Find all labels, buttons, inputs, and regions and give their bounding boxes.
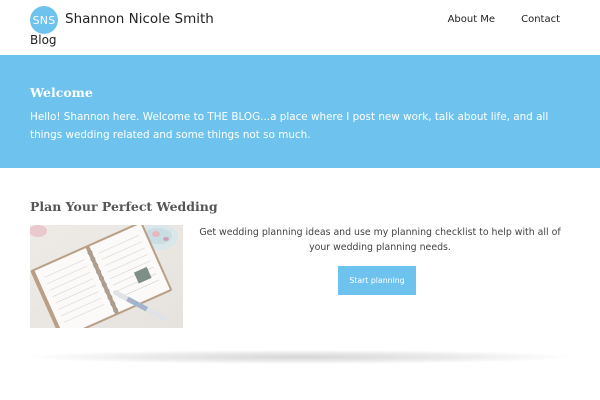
nav-contact[interactable]: Contact: [521, 14, 560, 25]
nav-about-me[interactable]: About Me: [448, 14, 496, 25]
plan-title: Plan Your Perfect Wedding: [30, 199, 218, 214]
planner-illustration: [30, 225, 183, 328]
welcome-title: Welcome: [30, 85, 93, 100]
planner-image: [30, 225, 183, 328]
start-planning-button[interactable]: Start planning: [338, 266, 416, 295]
welcome-banner: Welcome Hello! Shannon here. Welcome to …: [0, 55, 600, 168]
site-name[interactable]: Shannon Nicole Smith: [65, 11, 214, 27]
welcome-text: Hello! Shannon here. Welcome to THE BLOG…: [30, 111, 549, 141]
site-tagline: Blog: [30, 33, 57, 47]
main-nav: About Me Contact: [448, 14, 560, 25]
logo-badge[interactable]: SNS: [30, 6, 58, 34]
plan-description: Get wedding planning ideas and use my pl…: [199, 227, 561, 253]
site-header: SNS Shannon Nicole Smith Blog About Me C…: [0, 0, 600, 55]
section-shadow-divider: [30, 350, 570, 364]
